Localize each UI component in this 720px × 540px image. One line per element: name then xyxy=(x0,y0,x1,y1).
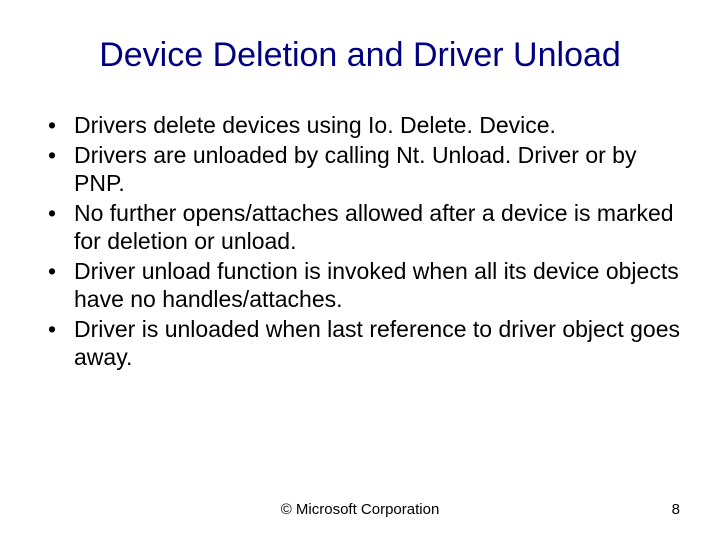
bullet-item: Drivers delete devices using Io. Delete.… xyxy=(48,111,680,139)
footer: © Microsoft Corporation 8 xyxy=(0,501,720,518)
slide: Device Deletion and Driver Unload Driver… xyxy=(0,0,720,540)
copyright-text: © Microsoft Corporation xyxy=(60,501,660,518)
bullet-item: Drivers are unloaded by calling Nt. Unlo… xyxy=(48,141,680,197)
bullet-item: Driver unload function is invoked when a… xyxy=(48,257,680,313)
page-number: 8 xyxy=(660,501,680,518)
bullet-item: No further opens/attaches allowed after … xyxy=(48,199,680,255)
bullet-list: Drivers delete devices using Io. Delete.… xyxy=(40,111,680,371)
bullet-item: Driver is unloaded when last reference t… xyxy=(48,315,680,371)
slide-title: Device Deletion and Driver Unload xyxy=(40,36,680,75)
